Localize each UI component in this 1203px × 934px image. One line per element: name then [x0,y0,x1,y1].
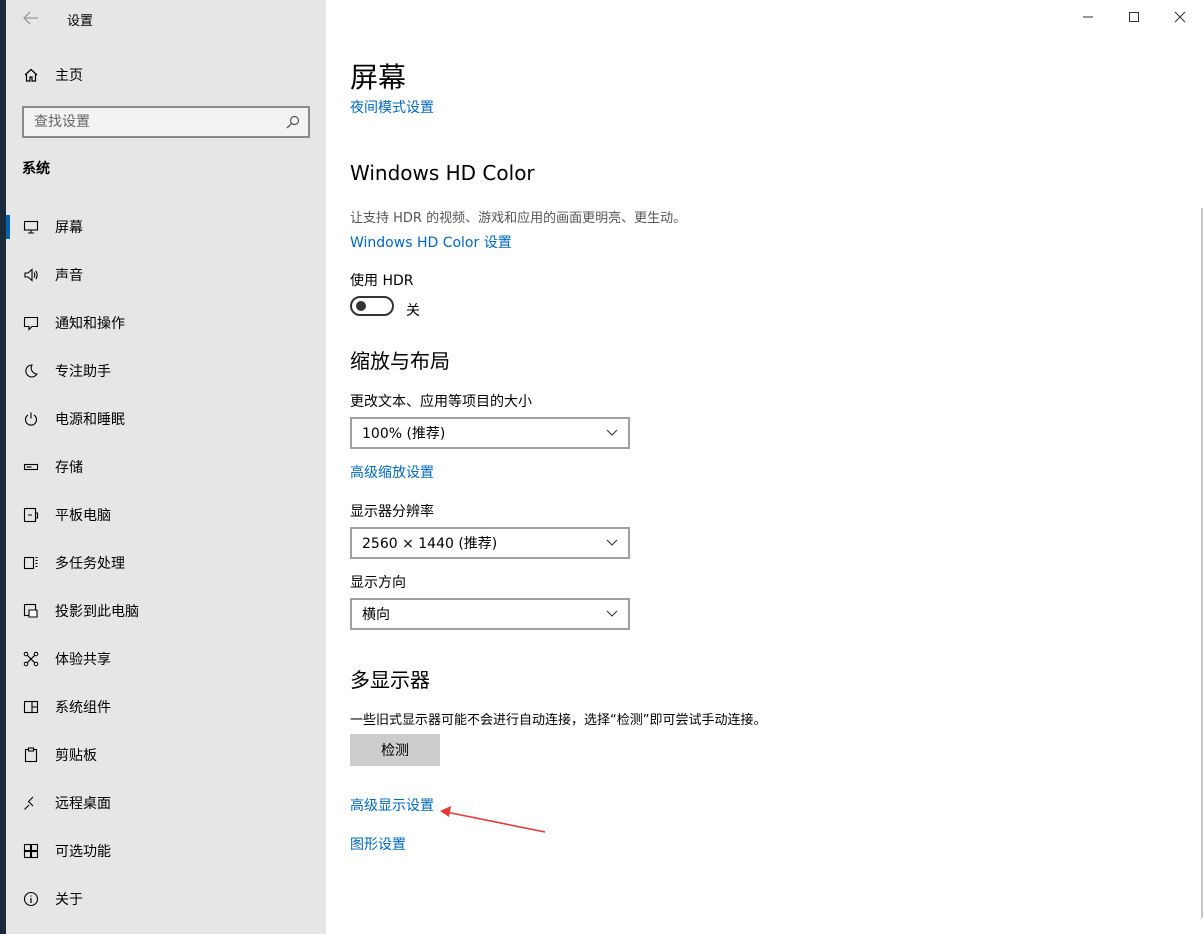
sidebar-item-label: 投影到此电脑 [55,604,139,620]
app-title: 设置 [67,14,94,29]
sidebar-item-label: 可选功能 [55,844,111,860]
clipboard-icon [22,746,40,764]
orientation-label: 显示方向 [350,575,406,591]
text-size-dropdown[interactable]: 100% (推荐) [350,417,630,449]
sidebar-item-home[interactable]: 主页 [6,56,326,94]
speaker-icon [22,266,40,284]
notification-icon [22,314,40,332]
advanced-display-settings-link[interactable]: 高级显示设置 [350,795,434,815]
hd-color-heading: Windows HD Color [350,161,535,185]
dropdown-value: 横向 [362,607,390,623]
remote-desktop-icon [22,794,40,812]
main-content: 屏幕 夜间模式设置 Windows HD Color 让支持 HDR 的视频、游… [350,0,1190,934]
search-input[interactable] [34,114,274,130]
section-heading: 系统 [22,161,50,177]
chevron-down-icon [606,539,618,546]
info-icon [22,890,40,908]
projection-icon [22,602,40,620]
components-icon [22,698,40,716]
sidebar-item-focus-assist[interactable]: 专注助手 [6,347,326,395]
sidebar-item-projection[interactable]: 投影到此电脑 [6,587,326,635]
search-box[interactable] [22,106,310,138]
night-light-link[interactable]: 夜间模式设置 [350,97,434,117]
sidebar-item-label: 通知和操作 [55,316,125,332]
sidebar-item-label: 体验共享 [55,652,111,668]
sidebar-item-about[interactable]: 关于 [6,875,326,923]
sidebar-item-label: 声音 [55,268,83,284]
sidebar-item-label: 存储 [55,460,83,476]
text-size-label: 更改文本、应用等项目的大小 [350,394,532,410]
orientation-dropdown[interactable]: 横向 [350,598,630,630]
monitor-icon [22,218,40,236]
dropdown-value: 100% (推荐) [362,426,446,442]
sidebar-item-shared-experiences[interactable]: 体验共享 [6,635,326,683]
moon-icon [22,362,40,380]
scale-layout-heading: 缩放与布局 [350,349,450,373]
resolution-dropdown[interactable]: 2560 × 1440 (推荐) [350,527,630,559]
sidebar-item-storage[interactable]: 存储 [6,443,326,491]
multi-display-description: 一些旧式显示器可能不会进行自动连接，选择“检测”即可尝试手动连接。 [350,713,767,728]
toggle-knob [356,301,366,311]
tablet-icon [22,506,40,524]
hdr-label: 使用 HDR [350,273,414,289]
sidebar: 设置 主页 系统 屏幕 [6,0,326,934]
sidebar-item-clipboard[interactable]: 剪贴板 [6,731,326,779]
sidebar-item-notifications[interactable]: 通知和操作 [6,299,326,347]
sidebar-item-label: 关于 [55,892,83,908]
sidebar-item-tablet[interactable]: 平板电脑 [6,491,326,539]
chevron-down-icon [606,429,618,436]
sidebar-item-label: 剪贴板 [55,748,97,764]
graphics-settings-link[interactable]: 图形设置 [350,834,406,854]
home-icon [22,66,40,84]
back-arrow-icon [23,11,38,25]
multitask-icon [22,554,40,572]
sidebar-item-label: 电源和睡眠 [55,412,125,428]
hd-color-description: 让支持 HDR 的视频、游戏和应用的画面更明亮、更生动。 [350,211,687,226]
storage-icon [22,458,40,476]
search-icon[interactable] [286,115,300,129]
sidebar-item-label: 远程桌面 [55,796,111,812]
hdr-toggle[interactable] [350,296,394,316]
sidebar-item-system-components[interactable]: 系统组件 [6,683,326,731]
sidebar-item-multitasking[interactable]: 多任务处理 [6,539,326,587]
resolution-label: 显示器分辨率 [350,504,434,520]
sidebar-item-label: 主页 [55,68,83,84]
sidebar-item-label: 多任务处理 [55,556,125,572]
sidebar-item-label: 专注助手 [55,364,111,380]
detect-button[interactable]: 检测 [350,734,440,766]
hd-color-settings-link[interactable]: Windows HD Color 设置 [350,232,512,252]
settings-window: 设置 主页 系统 屏幕 [6,0,1203,934]
sidebar-nav: 屏幕 声音 通知和操作 专注助手 电源和睡眠 存储 平板电脑 多任务处理 投影到… [6,203,326,923]
back-button[interactable] [18,6,44,30]
optional-features-icon [22,842,40,860]
title-bar: 设置 [6,0,326,36]
sidebar-item-sound[interactable]: 声音 [6,251,326,299]
sidebar-item-power[interactable]: 电源和睡眠 [6,395,326,443]
sidebar-item-label: 系统组件 [55,700,111,716]
share-icon [22,650,40,668]
power-icon [22,410,40,428]
dropdown-value: 2560 × 1440 (推荐) [362,536,498,552]
advanced-scaling-link[interactable]: 高级缩放设置 [350,462,434,482]
sidebar-item-label: 屏幕 [55,220,83,236]
sidebar-item-display[interactable]: 屏幕 [6,203,326,251]
hdr-toggle-state: 关 [406,303,420,319]
sidebar-item-optional-features[interactable]: 可选功能 [6,827,326,875]
sidebar-item-remote-desktop[interactable]: 远程桌面 [6,779,326,827]
chevron-down-icon [606,610,618,617]
page-title: 屏幕 [350,61,407,94]
multi-display-heading: 多显示器 [350,668,430,692]
sidebar-item-label: 平板电脑 [55,508,111,524]
